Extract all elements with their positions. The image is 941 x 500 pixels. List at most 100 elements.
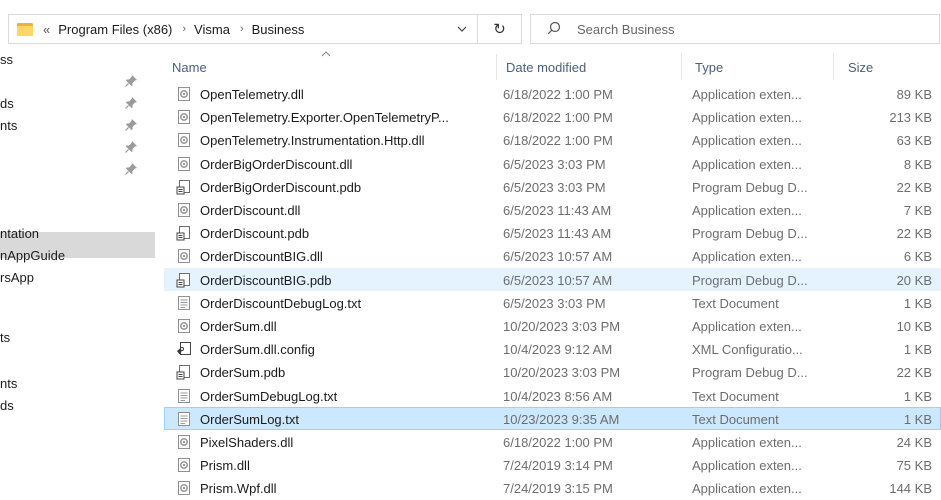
pin-icon[interactable] (124, 140, 138, 154)
pin-icon[interactable] (124, 162, 138, 176)
address-bar[interactable]: « Program Files (x86) › Visma › Business (8, 14, 478, 44)
nav-item[interactable]: ds (0, 92, 155, 114)
file-name: OpenTelemetry.Exporter.OpenTelemetryP... (200, 110, 449, 126)
search-box[interactable]: Search Business (530, 14, 940, 44)
file-type: Application exten... (692, 481, 802, 497)
search-input[interactable]: Search Business (577, 22, 675, 37)
column-type[interactable]: Type (695, 60, 723, 75)
file-size: 22 KB (896, 226, 932, 242)
file-type: Application exten... (692, 87, 802, 102)
column-size[interactable]: Size (848, 60, 873, 75)
file-type: XML Configuratio... (692, 342, 803, 358)
file-name: OrderSum.dll (200, 319, 277, 334)
nav-item[interactable] (0, 158, 155, 180)
dll-icon (178, 87, 190, 101)
nav-item[interactable]: nts (0, 372, 155, 394)
file-size: 22 KB (896, 179, 932, 195)
file-date-modified: 7/24/2019 3:14 PM (503, 458, 613, 474)
file-type: Application exten... (692, 133, 802, 149)
file-name: Prism.dll (200, 458, 250, 474)
file-row[interactable]: PixelShaders.dll 6/18/2022 1:00 PM Applica… (164, 430, 941, 453)
file-date-modified: 10/20/2023 3:03 PM (503, 365, 621, 381)
column-divider[interactable] (496, 54, 497, 80)
file-name: OrderBigOrderDiscount.pdb (200, 179, 362, 195)
nav-item-label: ds (0, 397, 14, 413)
file-size: 8 KB (903, 156, 932, 172)
nav-item[interactable] (0, 194, 155, 216)
refresh-button[interactable]: ↻ (478, 14, 522, 44)
file-row[interactable]: OrderDiscount.dll 6/5/2023 11:43 AM Applic… (164, 198, 941, 221)
file-date-modified: 6/5/2023 11:43 AM (503, 226, 612, 242)
pin-icon[interactable] (124, 118, 138, 132)
nav-item[interactable] (0, 136, 155, 158)
file-row[interactable]: OrderSumLog.txt 10/23/2023 9:35 AM Text Do… (164, 406, 941, 430)
file-row[interactable]: OpenTelemetry.Exporter.OpenTelemetryP...… (164, 105, 941, 128)
file-row[interactable]: OrderDiscount.pdb 6/5/2023 11:43 AM Progra… (164, 221, 941, 244)
column-header: Name Date modified Type Size (158, 51, 941, 82)
file-name: OrderDiscountDebugLog.txt (200, 295, 362, 311)
file-row[interactable]: OrderDiscountDebugLog.txt 6/5/2023 3:03 P… (164, 291, 941, 314)
dll-icon (178, 481, 190, 496)
nav-item[interactable] (0, 70, 155, 92)
file-date-modified: 6/5/2023 3:03 PM (503, 179, 606, 195)
file-row[interactable]: OrderSum.dll.config 10/4/2023 9:12 AM XML … (164, 337, 941, 360)
file-date-modified: 10/20/2023 3:03 PM (503, 319, 621, 334)
nav-item[interactable]: rsApp (0, 266, 155, 288)
nav-item-label: ss (0, 51, 13, 67)
address-history-dropdown[interactable] (447, 15, 477, 43)
file-row[interactable]: OrderSumDebugLog.txt 10/4/2023 8:56 AM Tex… (164, 384, 941, 407)
file-row[interactable]: OrderSum.dll 10/20/2023 3:03 PM Applicatio… (164, 314, 941, 337)
file-date-modified: 10/23/2023 9:35 AM (503, 411, 620, 427)
file-row[interactable]: Prism.Wpf.dll 7/24/2019 3:15 PM Applicatio… (164, 476, 941, 499)
file-row[interactable]: OpenTelemetry.Instrumentation.Http.dll 6/… (164, 128, 941, 151)
file-type: Program Debug D... (692, 365, 808, 381)
file-size: 1 KB (903, 295, 932, 311)
file-date-modified: 6/5/2023 3:03 PM (503, 156, 606, 172)
file-name: OrderSumLog.txt (200, 411, 299, 427)
sort-ascending-icon (321, 51, 331, 57)
nav-item[interactable]: nAppGuide (0, 244, 155, 266)
refresh-icon: ↻ (493, 21, 506, 38)
file-size: 213 KB (889, 110, 932, 126)
file-date-modified: 6/5/2023 11:43 AM (503, 203, 612, 218)
file-type: Application exten... (692, 458, 802, 474)
breadcrumb-business[interactable]: Business (252, 22, 305, 37)
nav-item[interactable]: ss (0, 48, 155, 70)
nav-item[interactable]: ntation (0, 222, 155, 244)
file-size: 10 KB (896, 319, 932, 334)
breadcrumb-separator-icon[interactable]: › (240, 23, 244, 35)
file-size: 1 KB (903, 388, 932, 404)
file-row[interactable]: OrderBigOrderDiscount.pdb 6/5/2023 3:03 P… (164, 175, 941, 198)
file-type: Application exten... (692, 319, 802, 334)
file-name: OrderDiscount.pdb (200, 226, 310, 242)
file-name: OrderSum.pdb (200, 365, 286, 381)
pin-icon[interactable] (124, 74, 138, 88)
file-name: OrderBigOrderDiscount.dll (200, 156, 353, 172)
pdb-icon (176, 272, 190, 288)
pin-icon[interactable] (124, 96, 138, 110)
column-divider[interactable] (681, 54, 682, 80)
dll-icon (178, 156, 190, 171)
column-name[interactable]: Name (172, 60, 207, 75)
file-type: Application exten... (692, 203, 802, 218)
breadcrumb-program-files[interactable]: Program Files (x86) (58, 22, 172, 37)
file-row[interactable]: OrderSum.pdb 10/20/2023 3:03 PM Program De… (164, 360, 941, 383)
breadcrumb-visma[interactable]: Visma (194, 22, 230, 37)
file-row[interactable]: Prism.dll 7/24/2019 3:14 PM Application ex… (164, 453, 941, 476)
file-row[interactable]: OrderDiscountBIG.dll 6/5/2023 10:57 AM App… (164, 244, 941, 267)
breadcrumb-separator-icon[interactable]: › (182, 23, 186, 35)
column-date-modified[interactable]: Date modified (506, 60, 586, 75)
nav-item-label: rsApp (0, 269, 34, 285)
file-row[interactable]: OrderDiscountBIG.pdb 6/5/2023 10:57 AM Pro… (164, 267, 941, 291)
breadcrumb-overflow-button[interactable]: « (43, 22, 50, 37)
column-divider[interactable] (833, 54, 834, 80)
nav-item-label: ds (0, 95, 14, 111)
file-size: 1 KB (903, 411, 932, 427)
file-row[interactable]: OrderBigOrderDiscount.dll 6/5/2023 3:03 P… (164, 152, 941, 175)
nav-item[interactable]: ts (0, 326, 155, 348)
nav-item[interactable]: nts (0, 114, 155, 136)
nav-item[interactable]: ds (0, 394, 155, 416)
txt-icon (178, 411, 190, 426)
file-row[interactable]: OpenTelemetry.dll 6/18/2022 1:00 PM Applic… (164, 82, 941, 105)
file-name: PixelShaders.dll (200, 435, 294, 450)
